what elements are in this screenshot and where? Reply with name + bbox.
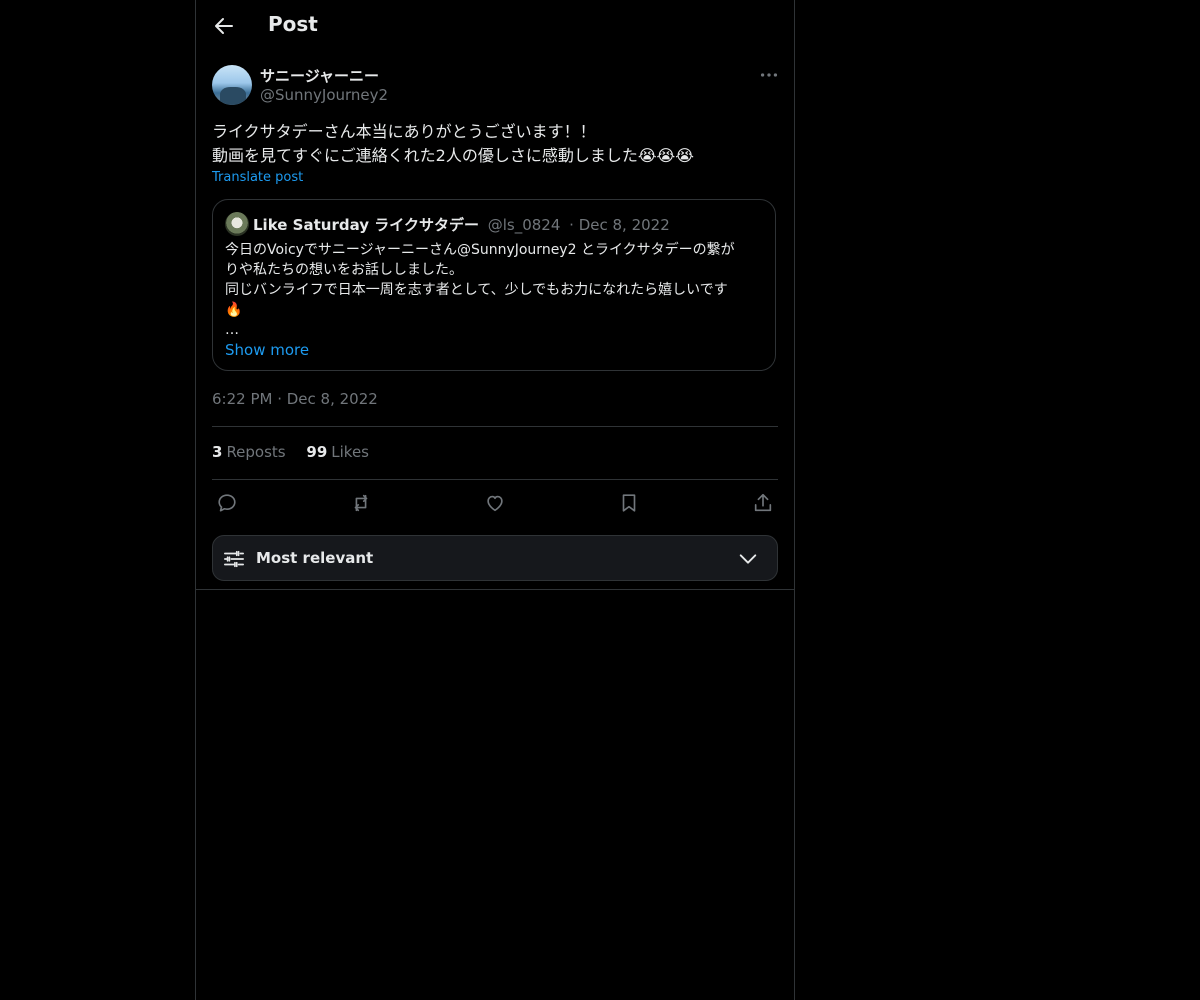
reply-sort-dropdown[interactable]: Most relevant	[212, 535, 778, 581]
share-icon[interactable]	[752, 492, 774, 514]
post-stats: 3 Reposts 99 Likes	[212, 443, 385, 461]
post-text-line: ライクサタデーさん本当にありがとうございます！！	[212, 122, 596, 141]
author-name[interactable]: サニージャーニー	[260, 65, 379, 86]
page-title: Post	[268, 12, 318, 36]
quoted-text-line: 今日のVoicyでサニージャーニーさん@SunnyJourney2 とライクサタ…	[225, 242, 735, 258]
author-avatar[interactable]	[212, 65, 252, 105]
divider	[212, 479, 778, 480]
quoted-author-handle: @ls_0824	[487, 216, 561, 234]
quoted-post-header: Like Saturday ライクサタデー @ls_0824 · Dec 8, …	[253, 214, 670, 235]
quoted-author-avatar	[225, 212, 249, 236]
likes-label: Likes	[331, 443, 370, 461]
divider	[212, 426, 778, 427]
post-text-line: 動画を見てすぐにご連絡くれた2人の優しさに感動しました😭😭😭	[212, 146, 694, 165]
sort-label: Most relevant	[256, 549, 374, 567]
quoted-author-name: Like Saturday ライクサタデー	[253, 216, 479, 234]
reposts-label: Reposts	[226, 443, 286, 461]
quoted-text-line: …	[225, 322, 239, 338]
quoted-post-date: · Dec 8, 2022	[569, 216, 670, 234]
sliders-icon	[224, 550, 244, 568]
reply-icon[interactable]	[216, 492, 238, 514]
show-more-link[interactable]: Show more	[225, 341, 309, 359]
divider	[196, 589, 794, 590]
quoted-text-line: 🔥	[225, 302, 243, 318]
post-header: Post	[196, 0, 794, 54]
translate-post-link[interactable]: Translate post	[212, 170, 303, 185]
like-icon[interactable]	[484, 492, 506, 514]
post-column: Post サニージャーニー @SunnyJourney2 ライクサタデーさん本当…	[195, 0, 795, 1000]
reposts-count: 3	[212, 443, 223, 461]
post-timestamp[interactable]: 6:22 PM · Dec 8, 2022	[212, 390, 378, 408]
likes-stat[interactable]: 99 Likes	[306, 443, 369, 461]
likes-count: 99	[306, 443, 328, 461]
repost-icon[interactable]	[350, 492, 372, 514]
bookmark-icon[interactable]	[618, 492, 640, 514]
quoted-text-line: りや私たちの想いをお話ししました。	[225, 262, 463, 278]
chevron-down-icon	[739, 554, 757, 564]
author-handle[interactable]: @SunnyJourney2	[260, 86, 388, 104]
quoted-post-text: 今日のVoicyでサニージャーニーさん@SunnyJourney2 とライクサタ…	[225, 240, 765, 340]
arrow-left-icon[interactable]	[212, 14, 236, 38]
quoted-text-line: 同じバンライフで日本一周を志す者として、少しでもお力になれたら嬉しいです	[225, 282, 728, 298]
post-text: ライクサタデーさん本当にありがとうございます！！ 動画を見てすぐにご連絡くれた2…	[212, 120, 772, 168]
more-options-icon[interactable]	[758, 64, 780, 86]
reposts-stat[interactable]: 3 Reposts	[212, 443, 286, 461]
quoted-post[interactable]: Like Saturday ライクサタデー @ls_0824 · Dec 8, …	[212, 199, 776, 371]
